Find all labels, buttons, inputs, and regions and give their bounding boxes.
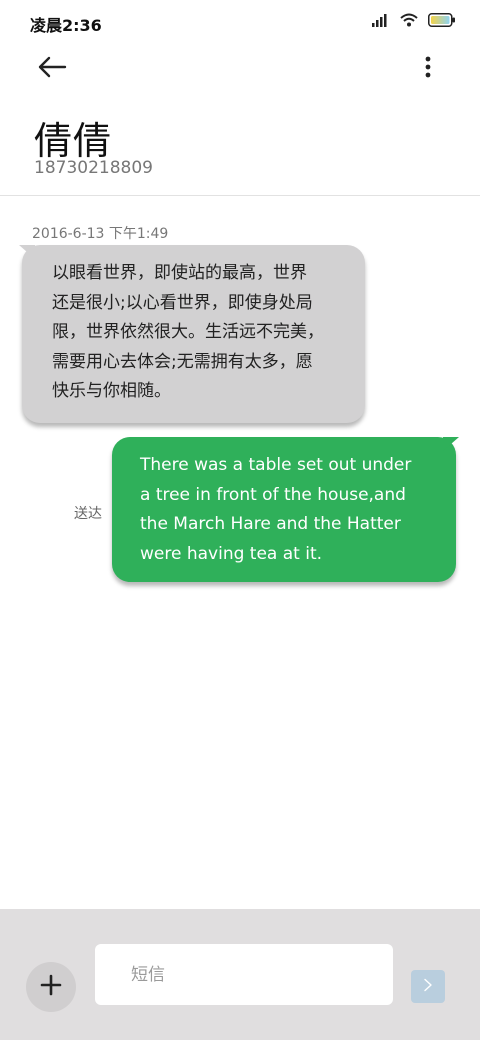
status-time: 凌晨2:36 (30, 16, 102, 35)
bubble-tail (443, 437, 459, 451)
message-timestamp: 2016-6-13 下午1:49 (32, 226, 169, 242)
add-attachment-button[interactable] (26, 962, 76, 1012)
signal-icon (372, 12, 390, 31)
more-options-button[interactable] (408, 50, 448, 88)
bubble-tail (19, 245, 35, 259)
sms-input[interactable] (95, 944, 393, 1005)
message-line: 还是很小;以心看世界，即使身处局 (52, 292, 313, 313)
contact-name: 倩倩 (34, 119, 113, 163)
message-line: 需要用心去体会;无需拥有太多，愿 (52, 351, 313, 372)
message-line: 限，世界依然很大。生活远不完美， (52, 322, 324, 342)
outgoing-message-bubble[interactable]: There was a table set out under a tree i… (112, 437, 459, 582)
message-line: the March Hare and the Hatter (140, 514, 401, 534)
more-vertical-icon (425, 56, 431, 82)
back-arrow-icon (37, 56, 67, 82)
message-line: 以眼看世界，即使站的最高，世界 (52, 263, 307, 283)
delivery-status: 送达 (74, 506, 102, 522)
wifi-icon (400, 12, 418, 31)
message-line: 快乐与你相随。 (52, 381, 171, 401)
send-button[interactable] (411, 970, 445, 1003)
back-button[interactable] (30, 50, 74, 88)
plus-icon (40, 974, 62, 1000)
message-line: were having tea at it. (140, 543, 323, 564)
message-line: There was a table set out under (140, 455, 412, 475)
message-line: a tree in front of the house,and (140, 484, 406, 505)
battery-icon (428, 12, 456, 31)
send-chevron-icon (423, 977, 433, 996)
header-divider (0, 195, 480, 196)
incoming-message-bubble[interactable]: 以眼看世界，即使站的最高，世界 还是很小;以心看世界，即使身处局 限，世界依然很… (19, 245, 365, 423)
contact-number: 18730218809 (34, 158, 153, 178)
status-bar: 凌晨2:36 (0, 0, 480, 44)
status-icons (372, 12, 456, 30)
